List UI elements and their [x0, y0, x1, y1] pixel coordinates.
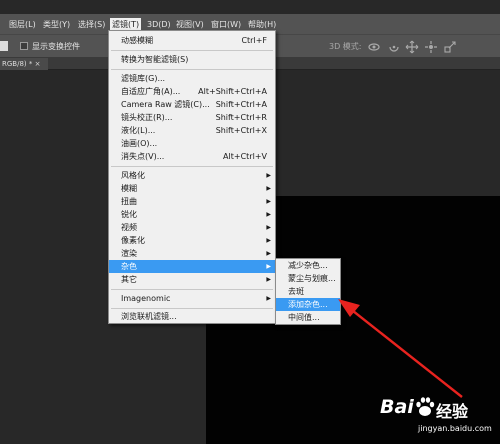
submenu-arrow-icon: ▶ [266, 295, 271, 302]
menu-item-video[interactable]: 视频 ▶ [109, 221, 275, 234]
3d-slide-icon[interactable] [424, 40, 438, 54]
menu-item-browse-online-filters[interactable]: 浏览联机滤镜... [109, 310, 275, 323]
menu-item-shortcut: Shift+Ctrl+A [215, 100, 267, 109]
menu-separator [111, 289, 273, 290]
menu-item-liquify[interactable]: 液化(L)... Shift+Ctrl+X [109, 124, 275, 137]
document-tab[interactable]: RGB/8) * × [0, 58, 48, 70]
menu-item-label: 液化(L)... [121, 126, 156, 135]
menu-item-shortcut: Shift+Ctrl+X [215, 126, 267, 135]
menu-item-sharpen[interactable]: 锐化 ▶ [109, 208, 275, 221]
menu-item-shortcut: Shift+Ctrl+R [215, 113, 267, 122]
menu-item-label: 动感模糊 [121, 36, 153, 45]
watermark-brand: Bai [380, 396, 414, 418]
paw-logo-icon [416, 397, 435, 416]
watermark-brand-suffix: 经验 [436, 402, 469, 421]
menu-item-filter-gallery[interactable]: 滤镜库(G)... [109, 72, 275, 85]
menu-separator [111, 308, 273, 309]
submenu-arrow-icon: ▶ [266, 263, 271, 270]
menu-select[interactable]: 选择(S) [76, 18, 107, 31]
menu-item-pixelate[interactable]: 像素化 ▶ [109, 234, 275, 247]
3d-scale-icon[interactable] [443, 40, 457, 54]
watermark-url: jingyan.baidu.com [418, 424, 492, 433]
menu-item-label: 浏览联机滤镜... [121, 312, 177, 321]
menu-separator [111, 50, 273, 51]
submenu-item-reduce-noise[interactable]: 减少杂色... [276, 259, 340, 272]
options-dropdown-icon[interactable] [0, 41, 8, 51]
submenu-arrow-icon: ▶ [266, 224, 271, 231]
transform-controls-label: 显示变换控件 [32, 42, 80, 51]
submenu-arrow-icon: ▶ [266, 237, 271, 244]
menu-item-camera-raw[interactable]: Camera Raw 滤镜(C)... Shift+Ctrl+A [109, 98, 275, 111]
menu-item-label: 其它 [121, 275, 137, 284]
menu-item-label: 油画(O)... [121, 139, 158, 148]
menu-item-oil-paint[interactable]: 油画(O)... [109, 137, 275, 150]
menu-item-label: 消失点(V)... [121, 152, 165, 161]
submenu-arrow-icon: ▶ [266, 172, 271, 179]
menu-item-label: 镜头校正(R)... [121, 113, 173, 122]
menu-item-vanishing-point[interactable]: 消失点(V)... Alt+Ctrl+V [109, 150, 275, 163]
annotation-arrow-icon [338, 299, 463, 398]
menu-item-label: 锐化 [121, 210, 137, 219]
menu-item-label: 渲染 [121, 249, 137, 258]
menu-item-label: 自适应广角(A)... [121, 87, 181, 96]
submenu-arrow-icon: ▶ [266, 185, 271, 192]
menu-item-label: 扭曲 [121, 197, 137, 206]
3d-rotate-icon[interactable] [367, 40, 381, 54]
menu-type[interactable]: 类型(Y) [41, 18, 72, 31]
menu-item-motion-blur[interactable]: 动感模糊 Ctrl+F [109, 34, 275, 47]
menu-item-distort[interactable]: 扭曲 ▶ [109, 195, 275, 208]
menu-item-shortcut: Alt+Shift+Ctrl+A [198, 87, 267, 96]
3d-pan-icon[interactable] [405, 40, 419, 54]
submenu-arrow-icon: ▶ [266, 198, 271, 205]
menu-item-blur[interactable]: 模糊 ▶ [109, 182, 275, 195]
menu-item-lens-correction[interactable]: 镜头校正(R)... Shift+Ctrl+R [109, 111, 275, 124]
transform-controls-checkbox[interactable] [20, 42, 28, 50]
menu-item-shortcut: Ctrl+F [241, 36, 267, 45]
menu-item-imagenomic[interactable]: Imagenomic ▶ [109, 292, 275, 305]
menu-item-noise[interactable]: 杂色 ▶ [109, 260, 275, 273]
menu-item-adaptive-wide-angle[interactable]: 自适应广角(A)... Alt+Shift+Ctrl+A [109, 85, 275, 98]
menu-item-shortcut: Alt+Ctrl+V [223, 152, 267, 161]
menu-item-label: 视频 [121, 223, 137, 232]
menu-item-label: 像素化 [121, 236, 145, 245]
baidu-jingyan-watermark: Bai 经验 jingyan.baidu.com [360, 394, 498, 442]
mode-3d-label: 3D 模式: [329, 42, 362, 51]
menu-layer[interactable]: 图层(L) [7, 18, 38, 31]
submenu-arrow-icon: ▶ [266, 276, 271, 283]
menu-item-label: 风格化 [121, 171, 145, 180]
menu-separator [111, 69, 273, 70]
submenu-item-dust-scratches[interactable]: 蒙尘与划痕... [276, 272, 340, 285]
menu-item-other[interactable]: 其它 ▶ [109, 273, 275, 286]
menu-item-stylize[interactable]: 风格化 ▶ [109, 169, 275, 182]
submenu-arrow-icon: ▶ [266, 211, 271, 218]
menu-item-label: Imagenomic [121, 294, 171, 303]
menu-item-label: Camera Raw 滤镜(C)... [121, 100, 210, 109]
menu-item-label: 滤镜库(G)... [121, 74, 166, 83]
menu-item-convert-smart-filter[interactable]: 转换为智能滤镜(S) [109, 53, 275, 66]
menu-item-label: 转换为智能滤镜(S) [121, 55, 189, 64]
menu-separator [111, 166, 273, 167]
3d-roll-icon[interactable] [387, 40, 401, 54]
menu-item-label: 杂色 [121, 262, 137, 271]
menu-item-label: 模糊 [121, 184, 137, 193]
filter-menu: 动感模糊 Ctrl+F 转换为智能滤镜(S) 滤镜库(G)... 自适应广角(A)… [108, 30, 276, 324]
submenu-arrow-icon: ▶ [266, 250, 271, 257]
menu-item-render[interactable]: 渲染 ▶ [109, 247, 275, 260]
